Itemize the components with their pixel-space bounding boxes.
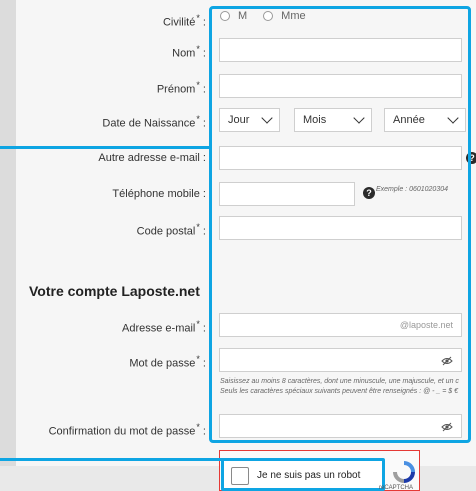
page: Civilité* : M Mme Nom* : Prénom* : Date … — [0, 0, 476, 491]
required-mark: * — [196, 354, 200, 364]
civilite-label-text: Civilité — [162, 16, 196, 29]
nom-label: Nom* : — [172, 44, 206, 60]
date-label: Date de Naissance* : — [102, 114, 206, 130]
telephone-label: Téléphone mobile : — [112, 188, 206, 200]
confirm-password-label-text: Confirmation du mot de passe — [48, 425, 196, 438]
prenom-label-text: Prénom — [156, 83, 196, 96]
required-mark: * — [196, 80, 200, 90]
recaptcha-logo-icon — [393, 461, 415, 483]
civilite-label: Civilité* : — [162, 13, 206, 29]
prenom-label: Prénom* : — [156, 80, 206, 96]
date-label-text: Date de Naissance — [102, 117, 196, 130]
telephone-label-text: Téléphone mobile — [112, 188, 200, 200]
account-email-label-text: Adresse e-mail — [122, 322, 196, 335]
required-mark: * — [196, 114, 200, 124]
highlight-pointer-line — [0, 146, 211, 149]
captcha-label: Je ne suis pas un robot — [257, 470, 361, 481]
required-mark: * — [196, 44, 200, 54]
left-border — [0, 0, 16, 491]
autre-email-label: Autre adresse e-mail : — [98, 152, 206, 164]
section-title: Votre compte Laposte.net — [29, 283, 200, 299]
required-mark: * — [196, 13, 200, 23]
code-postal-label: Code postal* : — [136, 222, 206, 238]
required-mark: * — [196, 319, 200, 329]
confirm-password-label: Confirmation du mot de passe* : — [48, 422, 206, 438]
fields-highlight-box — [209, 6, 471, 443]
autre-email-label-text: Autre adresse e-mail — [98, 152, 200, 164]
code-postal-label-text: Code postal — [136, 225, 196, 238]
captcha-pointer-line — [0, 458, 223, 461]
password-label: Mot de passe* : — [129, 354, 206, 370]
nom-label-text: Nom — [172, 47, 196, 60]
required-mark: * — [196, 222, 200, 232]
account-email-label: Adresse e-mail* : — [122, 319, 206, 335]
captcha-box: Je ne suis pas un robot — [221, 458, 385, 491]
required-mark: * — [196, 422, 200, 432]
recaptcha-brand: reCAPTCHA — [379, 485, 414, 491]
captcha-checkbox[interactable] — [231, 467, 249, 485]
password-label-text: Mot de passe — [129, 357, 196, 370]
